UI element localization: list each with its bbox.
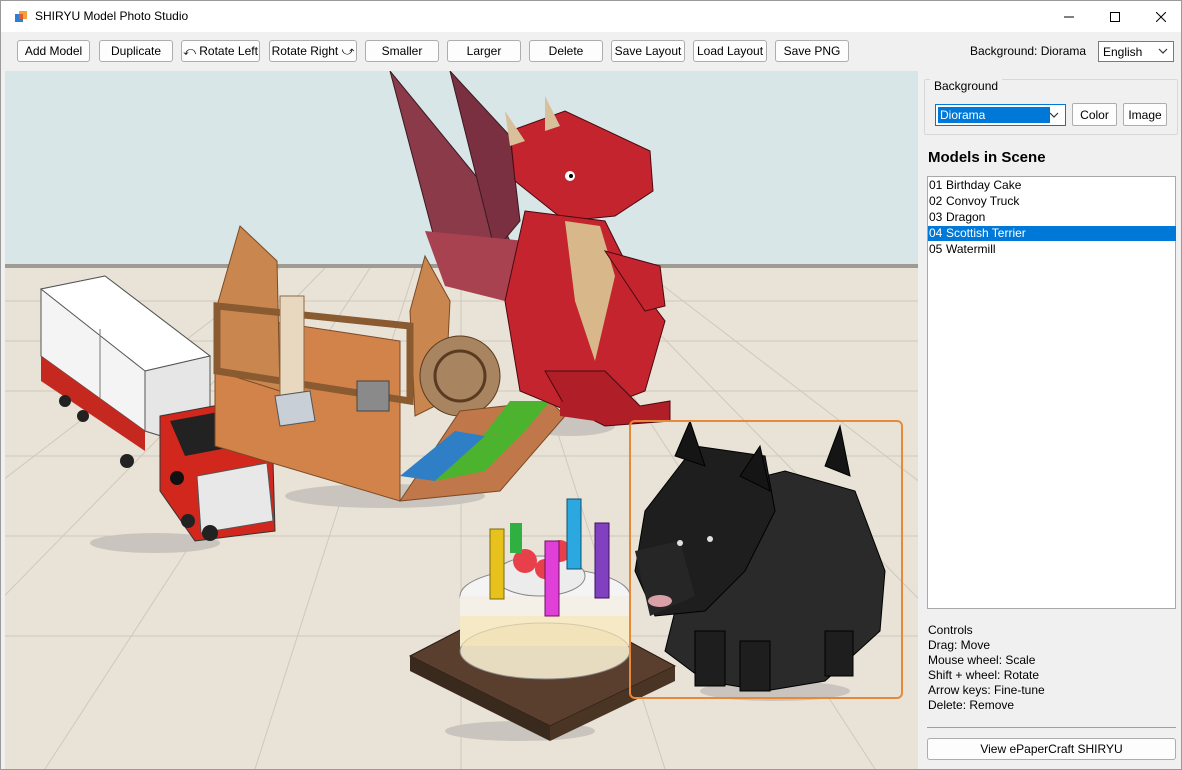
smaller-button[interactable]: Smaller <box>365 40 439 62</box>
minimize-button[interactable] <box>1046 1 1092 32</box>
view-epapercraft-button[interactable]: View ePaperCraft SHIRYU <box>927 738 1176 760</box>
scene-viewport[interactable] <box>5 71 918 769</box>
minimize-icon <box>1064 16 1074 17</box>
controls-line: Delete: Remove <box>928 698 1015 712</box>
background-status-label: Background: Diorama <box>970 44 1087 58</box>
background-group-title: Background <box>930 79 1003 93</box>
divider <box>927 727 1176 728</box>
window-title: SHIRYU Model Photo Studio <box>35 9 189 23</box>
close-button[interactable] <box>1138 1 1182 32</box>
models-section-title: Models in Scene <box>928 149 1046 166</box>
chevron-down-icon <box>1049 112 1059 118</box>
delete-button[interactable]: Delete <box>529 40 603 62</box>
background-select-value: Diorama <box>938 107 1050 123</box>
list-item[interactable]: 02 Convoy Truck <box>928 194 1176 209</box>
close-icon <box>1156 11 1166 22</box>
chevron-down-icon <box>1158 48 1168 54</box>
save-png-button[interactable]: Save PNG <box>775 40 849 62</box>
controls-title: Controls <box>928 623 973 637</box>
list-item[interactable]: 01 Birthday Cake <box>928 178 1176 193</box>
background-image-button[interactable]: Image <box>1123 103 1167 126</box>
background-color-button[interactable]: Color <box>1072 103 1117 126</box>
controls-line: Arrow keys: Fine-tune <box>928 683 1045 697</box>
title-bar[interactable]: SHIRYU Model Photo Studio <box>1 1 1181 32</box>
load-layout-button[interactable]: Load Layout <box>693 40 767 62</box>
app-window: SHIRYU Model Photo Studio Add Model Dupl… <box>0 0 1182 770</box>
rotate-left-button[interactable]: ⤺ Rotate Left <box>181 40 260 62</box>
list-item-selected[interactable]: 04 Scottish Terrier <box>928 226 1176 241</box>
language-select[interactable]: English <box>1098 41 1174 62</box>
maximize-icon <box>1110 11 1120 22</box>
larger-button[interactable]: Larger <box>447 40 521 62</box>
maximize-button[interactable] <box>1092 1 1138 32</box>
controls-line: Mouse wheel: Scale <box>928 653 1036 667</box>
list-item[interactable]: 03 Dragon <box>928 210 1176 225</box>
language-value: English <box>1103 45 1143 59</box>
duplicate-button[interactable]: Duplicate <box>99 40 173 62</box>
save-layout-button[interactable]: Save Layout <box>611 40 685 62</box>
app-logo-icon <box>15 11 27 22</box>
add-model-button[interactable]: Add Model <box>17 40 90 62</box>
background-select[interactable]: Diorama <box>935 104 1066 126</box>
models-list[interactable]: 01 Birthday Cake 02 Convoy Truck 03 Dragon … <box>927 176 1176 609</box>
list-item[interactable]: 05 Watermill <box>928 242 1176 257</box>
scene-canvas[interactable] <box>5 71 918 769</box>
controls-line: Drag: Move <box>928 638 991 652</box>
rotate-right-button[interactable]: Rotate Right ⤻ <box>269 40 357 62</box>
controls-help: Controls Drag: Move Mouse wheel: Scale S… <box>928 623 1045 713</box>
controls-line: Shift + wheel: Rotate <box>928 668 1040 682</box>
